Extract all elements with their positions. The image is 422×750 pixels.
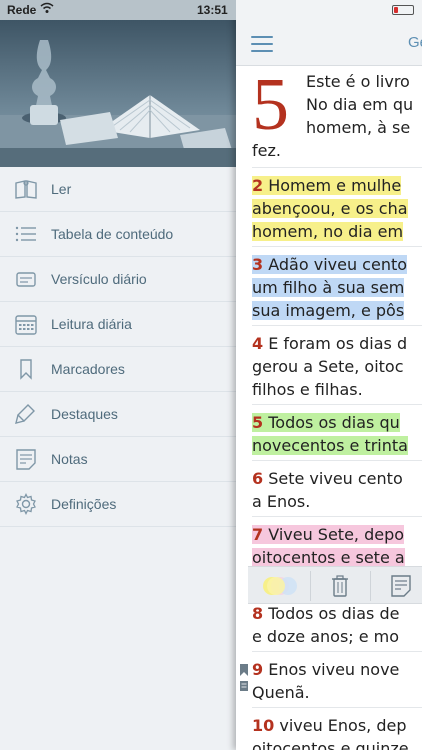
verse-2[interactable]: 2 Homem e mulhe abençoou, e os cha homem… bbox=[252, 174, 408, 243]
battery-icon bbox=[392, 5, 414, 15]
wifi-icon bbox=[40, 2, 54, 13]
verse-line: oitocentos e quinze bbox=[252, 739, 409, 750]
verse-line: Homem e mulhe bbox=[263, 176, 402, 195]
verse-line: e doze anos; e mo bbox=[252, 627, 400, 646]
sidebar: Ler Tabela de conteúdo Versículo diário bbox=[0, 0, 236, 750]
verse-line: fez. bbox=[252, 141, 281, 160]
sidebar-item-bookmarks[interactable]: Marcadores bbox=[0, 347, 236, 392]
verse-divider bbox=[252, 460, 422, 461]
verse-line: Enos viveu nove bbox=[263, 660, 400, 679]
book-open-icon bbox=[15, 180, 37, 199]
sidebar-item-label: Leitura diária bbox=[51, 316, 132, 332]
chapter-number: 5 bbox=[252, 64, 289, 146]
toolbar-separator bbox=[370, 571, 371, 601]
sidebar-header-image bbox=[0, 20, 236, 167]
sidebar-item-highlights[interactable]: Destaques bbox=[0, 392, 236, 437]
note-icon[interactable] bbox=[390, 574, 412, 598]
highlight-color-button[interactable] bbox=[260, 575, 300, 597]
verse-number: 5 bbox=[252, 413, 264, 432]
verse-9[interactable]: 9 Enos viveu nove Quenã. bbox=[252, 658, 399, 704]
verse-line: gerou a Sete, oitoc bbox=[252, 357, 404, 376]
verse-line: homem, no dia em bbox=[252, 222, 404, 241]
verse-3[interactable]: 3 Adão viveu cento um filho à sua sem su… bbox=[252, 253, 408, 322]
verse-number: 3 bbox=[252, 255, 264, 274]
verse-number: 2 bbox=[252, 176, 264, 195]
verse-number: 8 bbox=[252, 604, 264, 623]
sidebar-item-label: Definições bbox=[51, 496, 117, 512]
sidebar-item-label: Marcadores bbox=[51, 361, 125, 377]
sidebar-menu: Ler Tabela de conteúdo Versículo diário bbox=[0, 167, 236, 527]
verse-line: viveu Enos, dep bbox=[274, 716, 407, 735]
verse-7[interactable]: 7 Viveu Sete, depo oitocentos e sete a bbox=[252, 523, 405, 569]
sidebar-item-label: Destaques bbox=[51, 406, 118, 422]
verse-line: Todos os dias qu bbox=[263, 413, 400, 432]
verse-line: E foram os dias d bbox=[263, 334, 408, 353]
verse-line: homem, à se bbox=[306, 118, 411, 137]
bookmark-icon bbox=[20, 359, 32, 380]
sidebar-item-read[interactable]: Ler bbox=[0, 167, 236, 212]
sidebar-item-label: Versículo diário bbox=[51, 271, 147, 287]
reader-header: Gé bbox=[236, 20, 422, 66]
verse-line: a Enos. bbox=[252, 492, 311, 511]
note-icon bbox=[16, 449, 36, 470]
verse-number: 6 bbox=[252, 469, 264, 488]
verse-line: Sete viveu cento bbox=[263, 469, 403, 488]
verse-number: 9 bbox=[252, 660, 264, 679]
carrier-label: Rede bbox=[7, 3, 37, 17]
verse-1[interactable]: Este é o livro No dia em qu homem, à se bbox=[306, 70, 413, 139]
toolbar-separator bbox=[310, 571, 311, 601]
verse-line: No dia em qu bbox=[306, 95, 414, 114]
verse-line: Adão viveu cento bbox=[263, 255, 408, 274]
verse-line: novecentos e trinta bbox=[252, 436, 408, 455]
sidebar-item-label: Ler bbox=[51, 181, 72, 197]
verse-line: um filho à sua sem bbox=[252, 278, 405, 297]
verse-divider bbox=[252, 246, 422, 247]
verse-line: oitocentos e sete a bbox=[252, 548, 405, 567]
verse-number: 4 bbox=[252, 334, 264, 353]
highlighter-icon bbox=[15, 404, 35, 424]
verse-line: Quenã. bbox=[252, 683, 310, 702]
sidebar-item-settings[interactable]: Definições bbox=[0, 482, 236, 527]
sidebar-item-daily-verse[interactable]: Versículo diário bbox=[0, 257, 236, 302]
verse-divider bbox=[252, 404, 422, 405]
verse-line: sua imagem, e pôs bbox=[252, 301, 405, 320]
bookmark-marker-icon[interactable] bbox=[239, 664, 249, 676]
verse-line: Este é o livro bbox=[306, 72, 410, 91]
verse-10[interactable]: 10 viveu Enos, dep oitocentos e quinze bbox=[252, 714, 409, 750]
note-marker-icon[interactable] bbox=[239, 680, 249, 692]
verse-number: 7 bbox=[252, 525, 264, 544]
sidebar-item-label: Notas bbox=[51, 451, 88, 467]
menu-icon[interactable] bbox=[251, 36, 273, 52]
sidebar-item-daily-reading[interactable]: Leitura diária bbox=[0, 302, 236, 347]
verse-divider bbox=[252, 651, 422, 652]
verse-4[interactable]: 4 E foram os dias d gerou a Sete, oitoc … bbox=[252, 332, 407, 401]
sidebar-item-contents[interactable]: Tabela de conteúdo bbox=[0, 212, 236, 257]
calendar-icon bbox=[15, 315, 37, 335]
verse-6[interactable]: 6 Sete viveu cento a Enos. bbox=[252, 467, 403, 513]
reader-panel: Gé 5 Este é o livro No dia em qu homem, … bbox=[236, 0, 422, 750]
verse-line: Todos os dias de bbox=[263, 604, 400, 623]
sidebar-item-label: Tabela de conteúdo bbox=[51, 226, 174, 242]
verse-divider bbox=[252, 707, 422, 708]
status-bar: Rede 13:51 bbox=[0, 0, 422, 20]
verse-number: 10 bbox=[252, 716, 275, 735]
gear-icon bbox=[16, 493, 36, 515]
cards-icon bbox=[16, 272, 36, 287]
verse-line: Viveu Sete, depo bbox=[263, 525, 405, 544]
list-icon bbox=[15, 226, 36, 242]
book-title[interactable]: Gé bbox=[408, 34, 422, 51]
clock: 13:51 bbox=[197, 3, 228, 17]
verse-5[interactable]: 5 Todos os dias qu novecentos e trinta bbox=[252, 411, 408, 457]
verse-divider bbox=[252, 167, 422, 168]
trash-icon[interactable] bbox=[330, 574, 350, 598]
lamp-and-book-illustration bbox=[0, 20, 236, 167]
verse-divider bbox=[252, 325, 422, 326]
verse-line: filhos e filhas. bbox=[252, 380, 363, 399]
verse-action-toolbar bbox=[248, 566, 422, 604]
verse-8[interactable]: 8 Todos os dias de e doze anos; e mo bbox=[252, 602, 399, 648]
sidebar-item-notes[interactable]: Notas bbox=[0, 437, 236, 482]
verse-divider bbox=[252, 516, 422, 517]
verse-line: abençoou, e os cha bbox=[252, 199, 408, 218]
